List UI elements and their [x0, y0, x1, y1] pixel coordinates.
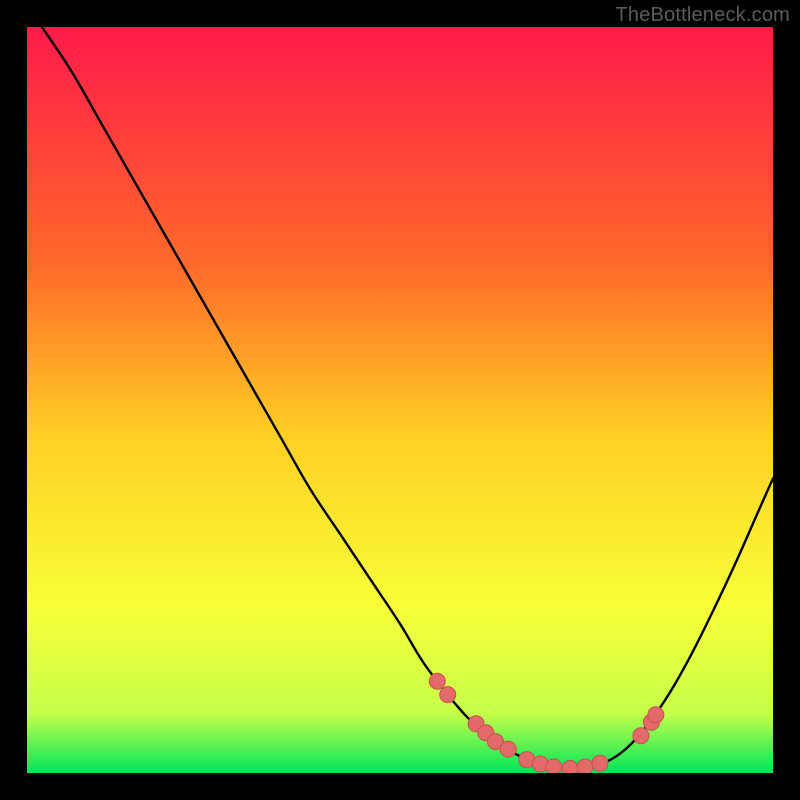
highlight-dot: [633, 728, 649, 744]
attribution-text: TheBottleneck.com: [615, 4, 790, 27]
highlight-dot: [562, 761, 578, 773]
highlight-dot: [500, 741, 516, 757]
highlight-dot: [440, 687, 456, 703]
highlight-dot: [592, 755, 608, 771]
highlight-dot: [577, 759, 593, 773]
gradient-background: [27, 27, 773, 773]
chart-frame: TheBottleneck.com: [0, 0, 800, 800]
chart-svg: [27, 27, 773, 773]
highlight-dot: [648, 707, 664, 723]
highlight-dot: [546, 759, 562, 773]
highlight-dot: [429, 673, 445, 689]
plot-area: [27, 27, 773, 773]
